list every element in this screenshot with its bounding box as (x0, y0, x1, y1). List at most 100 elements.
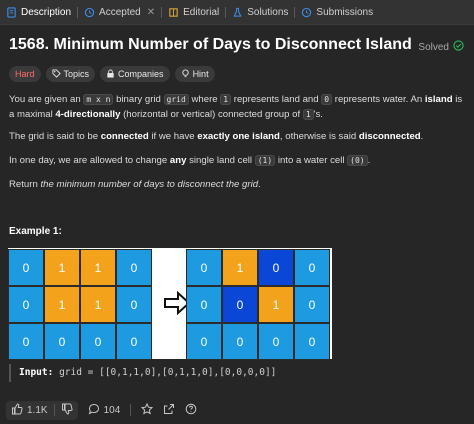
check-circle-icon (453, 40, 464, 54)
grid-cell: 0 (81, 324, 115, 359)
solved-label: Solved (418, 41, 449, 53)
grid-cell: 0 (9, 287, 43, 322)
text: binary grid (113, 94, 164, 105)
grid-cell: 0 (223, 324, 257, 359)
grid-cell: 0 (9, 250, 43, 285)
inline-code: (1) (254, 155, 276, 166)
grid-cell: 0 (295, 250, 329, 285)
grid-cell: 0 (187, 324, 221, 359)
input-divider (9, 364, 11, 382)
grid-cell: 1 (223, 250, 257, 285)
question-circle-icon (185, 403, 197, 418)
grid-cell: 1 (45, 287, 79, 322)
tab-editorial[interactable]: Editorial (162, 0, 225, 24)
text: represents water. An (332, 94, 425, 105)
comments-button[interactable]: 104 (88, 403, 121, 418)
grid-cell: 0 (187, 287, 221, 322)
hint-button[interactable]: Hint (174, 66, 215, 82)
text: The grid is said to be (9, 131, 101, 142)
tab-submissions[interactable]: Submissions (295, 0, 379, 24)
input-value: grid = [[0,1,1,0],[0,1,1,0],[0,0,0,0]] (59, 367, 277, 378)
tab-label: Solutions (247, 6, 289, 18)
grid-cell: 0 (295, 324, 329, 359)
text: Return (9, 179, 41, 190)
inline-code: 0 (321, 94, 333, 105)
grid-cell: 0 (9, 324, 43, 359)
text: (horizontal or vertical) connected group… (120, 109, 303, 120)
favorite-button[interactable] (141, 402, 154, 418)
share-button[interactable] (163, 403, 175, 418)
document-icon (6, 6, 17, 18)
solved-status: Solved (418, 40, 464, 54)
bold-text: island (424, 94, 453, 105)
grid-cell: 0 (117, 287, 151, 322)
inline-code: (0) (347, 155, 368, 166)
grid-before: 011001100000 (8, 249, 152, 360)
grid-cell: 1 (259, 287, 293, 322)
description-paragraph-1: You are given an m x n binary grid grid … (9, 92, 465, 122)
tab-label: Description (21, 6, 72, 18)
text: where (188, 94, 221, 105)
problem-title: 1568. Minimum Number of Days to Disconne… (9, 36, 412, 53)
italic-text: the minimum number of days to disconnect… (40, 179, 259, 190)
inline-code: grid (163, 94, 189, 105)
inline-code: 1 (302, 109, 314, 120)
comment-count: 104 (103, 404, 121, 416)
text: 's. (313, 109, 323, 120)
companies-button[interactable]: Companies (100, 66, 170, 82)
inline-code: 1 (220, 94, 232, 105)
description-paragraph-2: The grid is said to be connected if we h… (9, 129, 465, 144)
topics-label: Topics (63, 69, 90, 79)
bold-text: exactly one island (197, 131, 280, 142)
divider (130, 404, 132, 416)
description-paragraph-4: Return the minimum number of days to dis… (9, 177, 465, 192)
like-count: 1.1K (27, 404, 48, 416)
grid-cell: 0 (45, 324, 79, 359)
bold-text: disconnected (358, 131, 421, 142)
example-figure: 011001100000 010000100000 (8, 248, 332, 360)
grid-cell: 0 (117, 324, 151, 359)
book-icon (168, 7, 179, 18)
grid-cell: 0 (187, 250, 221, 285)
grid-cell: 0 (223, 287, 257, 322)
tab-label: Editorial (183, 6, 220, 18)
topics-button[interactable]: Topics (45, 66, 96, 82)
grid-cell: 0 (117, 250, 151, 285)
text: In one day, we are allowed to change (9, 155, 170, 166)
grid-cell: 1 (45, 250, 79, 285)
difficulty-badge: Hard (9, 66, 41, 82)
like-button[interactable]: 1.1K (11, 402, 48, 418)
tab-label: Submissions (316, 6, 374, 18)
text: You are given an (9, 94, 84, 105)
text: if we have (148, 131, 198, 142)
input-label: Input: (19, 367, 54, 378)
lightbulb-icon (181, 68, 190, 80)
close-icon[interactable]: ✕ (147, 7, 155, 18)
grid-cell: 0 (259, 324, 293, 359)
tag-chips: Hard Topics Companies Hint (9, 66, 215, 82)
text: into a water cell (275, 155, 348, 166)
share-icon (163, 403, 175, 418)
text: represents land and (231, 94, 322, 105)
comment-icon (88, 403, 100, 418)
tab-accepted[interactable]: Accepted ✕ (78, 0, 161, 24)
tab-description[interactable]: Description (0, 0, 77, 24)
vote-group: 1.1K (6, 400, 78, 420)
bold-text: any (169, 155, 187, 166)
description-paragraph-3: In one day, we are allowed to change any… (9, 153, 465, 168)
grid-cell: 0 (295, 287, 329, 322)
history-icon (301, 7, 312, 18)
tab-bar: Description Accepted ✕ Editorial Solutio… (0, 0, 474, 25)
bold-text: 4-directionally (55, 109, 121, 120)
text: single land cell (186, 155, 255, 166)
example-title: Example 1: (9, 226, 62, 237)
help-button[interactable] (185, 403, 197, 418)
text: . (258, 179, 261, 190)
flask-icon (232, 7, 243, 18)
footer-bar: 1.1K 104 (0, 396, 474, 424)
dislike-button[interactable] (61, 403, 73, 418)
text: . (420, 131, 424, 142)
tab-solutions[interactable]: Solutions (226, 0, 294, 24)
thumbs-down-icon (61, 403, 73, 418)
tab-label: Accepted (99, 6, 141, 18)
